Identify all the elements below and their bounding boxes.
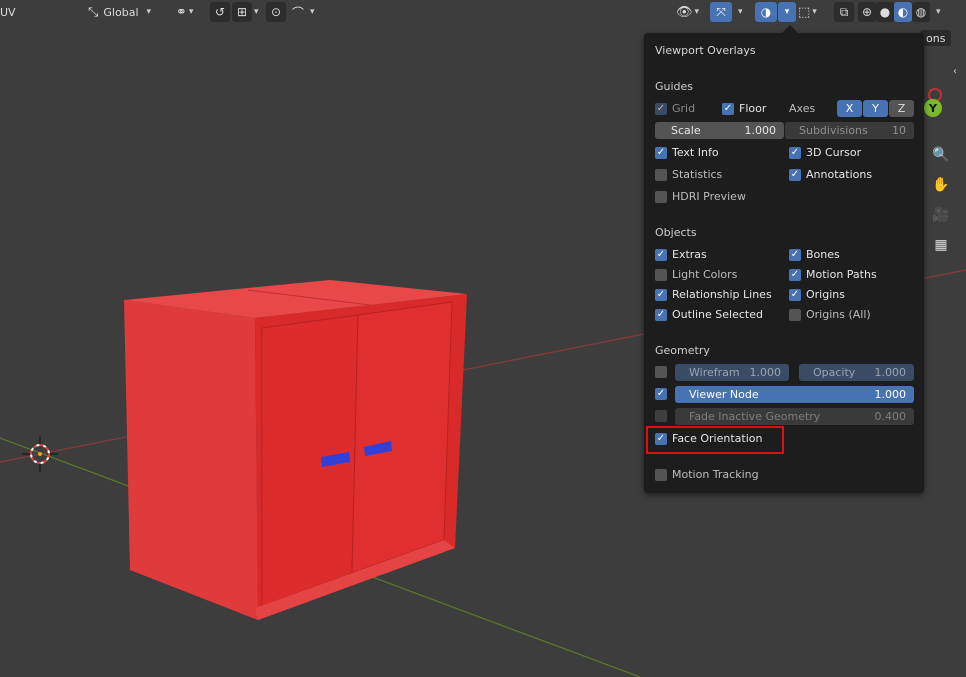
- motion-tracking-checkbox[interactable]: Motion Tracking: [655, 468, 759, 481]
- xray-toggle-icon[interactable]: ⧉: [834, 2, 854, 22]
- shading-modes: ⊕ ● ◐ ◍ ▾: [858, 2, 941, 22]
- gizmo-controls: ⤧ ▾: [710, 2, 743, 22]
- chevron-down-icon[interactable]: ▾: [936, 7, 941, 17]
- wireframe-shading-icon[interactable]: ⊕: [858, 2, 876, 22]
- check-icon: ✓: [655, 146, 667, 159]
- motion-paths-checkbox[interactable]: ✓ Motion Paths: [789, 268, 877, 281]
- chevron-down-icon: ▾: [812, 7, 817, 17]
- extras-checkbox[interactable]: ✓ Extras: [655, 248, 707, 261]
- wireframe-checkbox[interactable]: [655, 366, 672, 378]
- text-info-checkbox[interactable]: ✓ Text Info: [655, 146, 719, 159]
- viewport-header: UV ⤡ Global ▾ ⚭ ▾ ↺ ⊞ ▾ ⊙ ⌒ ▾ 👁 ▾ ⤧ ▾ ◑ …: [0, 0, 966, 24]
- camera-icon[interactable]: 🎥: [930, 204, 952, 226]
- light-colors-checkbox[interactable]: Light Colors: [655, 268, 737, 281]
- panel-title: Viewport Overlays: [655, 44, 756, 57]
- pivot-icon: ⚭: [176, 4, 187, 20]
- face-orientation-highlight: [646, 426, 784, 454]
- floor-checkbox[interactable]: ✓ Floor: [722, 102, 766, 115]
- 3d-cursor-checkbox[interactable]: ✓ 3D Cursor: [789, 146, 861, 159]
- visibility-dropdown[interactable]: 👁 ▾: [676, 2, 699, 22]
- material-shading-icon[interactable]: ◐: [894, 2, 912, 22]
- fade-inactive-checkbox[interactable]: [655, 410, 672, 422]
- mode-label: UV: [0, 5, 16, 19]
- proportional-edit-icon[interactable]: ⊙: [266, 2, 286, 22]
- transform-orientation-dropdown[interactable]: ⤡ Global ▾: [88, 2, 168, 22]
- chevron-down-icon[interactable]: ▾: [738, 7, 743, 17]
- axes-label: Axes: [789, 102, 816, 115]
- overlays-toggle-icon[interactable]: ◑: [755, 2, 777, 22]
- check-icon: ✓: [655, 248, 667, 261]
- pivot-point-dropdown[interactable]: ⚭ ▾: [176, 2, 193, 22]
- falloff-icon[interactable]: ⌒: [288, 2, 308, 22]
- pan-hand-icon[interactable]: ✋: [930, 174, 952, 196]
- viewer-node-field[interactable]: Viewer Node 1.000: [675, 386, 914, 403]
- relationship-lines-checkbox[interactable]: ✓ Relationship Lines: [655, 288, 772, 301]
- check-icon: ✓: [789, 288, 801, 301]
- guides-heading: Guides: [655, 80, 694, 93]
- chevron-down-icon: ▾: [694, 7, 700, 17]
- opacity-field[interactable]: Opacity 1.000: [799, 364, 914, 381]
- overlays-dropdown-button[interactable]: ▾: [778, 2, 796, 22]
- check-icon: ✓: [655, 288, 667, 301]
- check-icon: ✓: [789, 168, 801, 181]
- rendered-shading-icon[interactable]: ◍: [912, 2, 930, 22]
- objects-heading: Objects: [655, 226, 697, 239]
- mesh-select-icon: ⬚: [798, 4, 811, 20]
- wireframe-field[interactable]: Wirefram 1.000: [675, 364, 789, 381]
- chevron-down-icon: ▾: [188, 7, 194, 17]
- fade-inactive-field[interactable]: Fade Inactive Geometry 0.400: [675, 408, 914, 425]
- check-icon: ✓: [655, 308, 667, 321]
- mesh-edit-overlays[interactable]: ⬚ ▾: [798, 2, 817, 22]
- snap-toggle-icon[interactable]: ↺: [210, 2, 230, 22]
- snap-target-icon[interactable]: ⊞: [232, 2, 252, 22]
- perspective-grid-icon[interactable]: ▦: [930, 234, 952, 256]
- chevron-down-icon: ▾: [784, 7, 790, 17]
- check-icon: ✓: [789, 268, 801, 281]
- solid-shading-icon[interactable]: ●: [876, 2, 894, 22]
- subdivisions-field[interactable]: Subdivisions 10: [785, 122, 914, 139]
- scale-field[interactable]: Scale 1.000: [655, 122, 784, 139]
- chevron-down-icon: ▾: [146, 7, 152, 17]
- bones-checkbox[interactable]: ✓ Bones: [789, 248, 840, 261]
- sidebar-toggle-icon[interactable]: ‹: [953, 66, 966, 82]
- snap-controls: ↺ ⊞ ▾: [210, 2, 259, 22]
- zoom-icon[interactable]: 🔍: [930, 144, 952, 166]
- check-icon: ✓: [789, 248, 801, 261]
- viewport-overlays-panel: Viewport Overlays Guides ✓ Grid ✓ Floor Ax…: [644, 25, 924, 493]
- grid-checkbox[interactable]: ✓ Grid: [655, 102, 695, 115]
- check-icon: ✓: [789, 146, 801, 159]
- check-icon: ✓: [655, 102, 667, 115]
- annotations-checkbox[interactable]: ✓ Annotations: [789, 168, 872, 181]
- hdri-preview-checkbox[interactable]: HDRI Preview: [655, 190, 746, 203]
- y-axis-gizmo-icon[interactable]: Y: [924, 99, 942, 117]
- origins-checkbox[interactable]: ✓ Origins: [789, 288, 845, 301]
- proportional-edit-controls: ⊙ ⌒ ▾: [266, 2, 315, 22]
- gizmo-toggle-icon[interactable]: ⤧: [710, 2, 732, 22]
- axis-y-toggle[interactable]: Y: [863, 100, 888, 117]
- axis-z-toggle[interactable]: Z: [889, 100, 914, 117]
- options-button[interactable]: ons: [920, 30, 952, 46]
- overlays-controls: ◑ ▾: [755, 2, 796, 22]
- viewer-node-checkbox[interactable]: ✓: [655, 388, 672, 400]
- chevron-down-icon[interactable]: ▾: [254, 7, 259, 17]
- chevron-down-icon[interactable]: ▾: [310, 7, 315, 17]
- eye-icon: 👁: [676, 4, 693, 20]
- orientation-icon: ⤡: [88, 4, 99, 20]
- axis-x-toggle[interactable]: X: [837, 100, 862, 117]
- check-icon: ✓: [722, 102, 734, 115]
- outline-selected-checkbox[interactable]: ✓ Outline Selected: [655, 308, 763, 321]
- statistics-checkbox[interactable]: Statistics: [655, 168, 722, 181]
- origins-all-checkbox[interactable]: Origins (All): [789, 308, 871, 321]
- geometry-heading: Geometry: [655, 344, 710, 357]
- check-icon: ✓: [655, 388, 667, 400]
- popover-pointer: [782, 25, 798, 33]
